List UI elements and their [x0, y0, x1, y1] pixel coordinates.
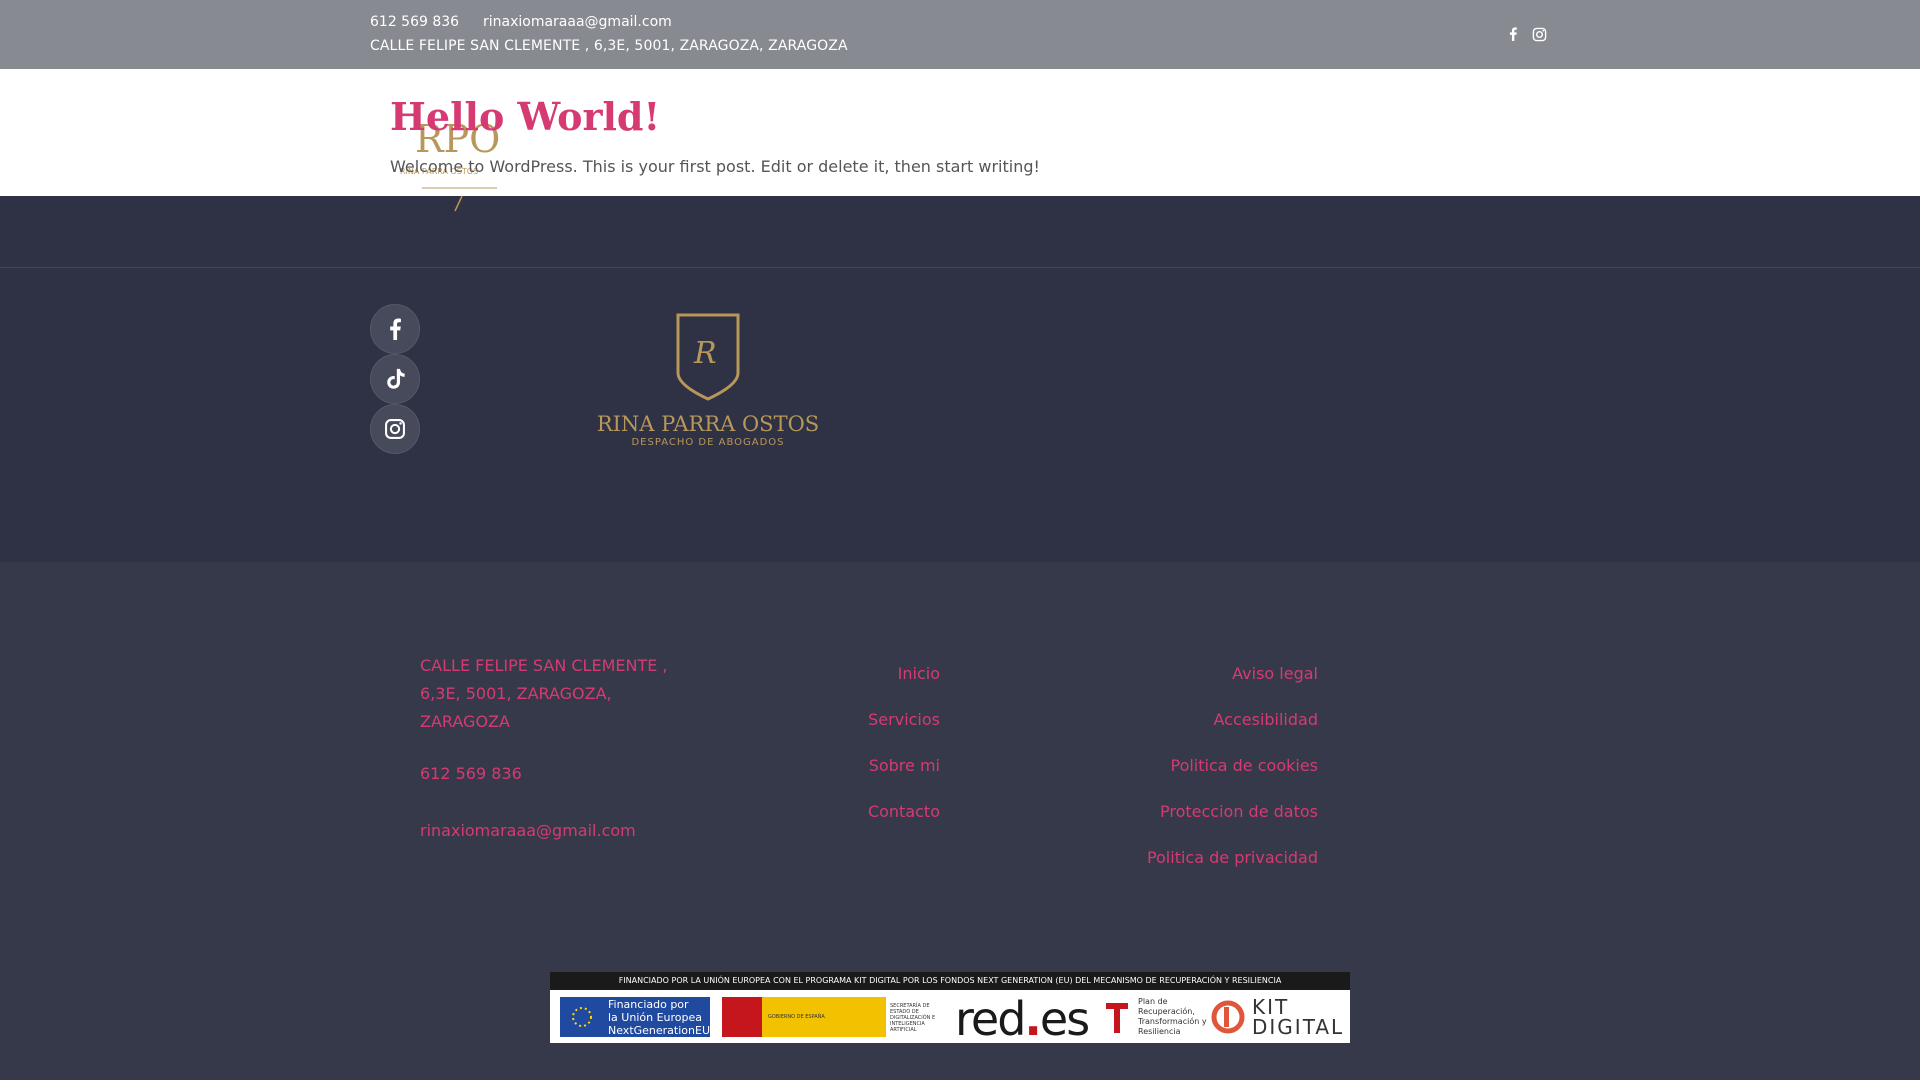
top-bar: 612 569 836 rinaxiomaraaa@gmail.com CALL… — [0, 0, 1920, 69]
brand-mark: R — [693, 336, 717, 371]
prtr-icon — [1106, 1003, 1128, 1033]
nav-inicio[interactable]: Inicio — [800, 664, 940, 710]
nav-accesibilidad[interactable]: Accesibilidad — [1100, 710, 1319, 756]
dark-band — [0, 196, 1920, 268]
spain-logo: GOBIERNO DE ESPAÑA — [722, 997, 886, 1037]
post-title[interactable]: Hello World! — [390, 94, 660, 139]
top-social — [1505, 26, 1547, 42]
eu-line3: NextGenerationEU — [608, 1023, 710, 1037]
nav-servicios[interactable]: Servicios — [800, 710, 940, 756]
nav-proteccion-datos[interactable]: Proteccion de datos — [1100, 802, 1318, 848]
nav-contacto[interactable]: Contacto — [800, 802, 940, 848]
eu-line2: la Unión Europea — [608, 1010, 702, 1024]
instagram-icon — [385, 419, 405, 439]
footer-address: CALLE FELIPE SAN CLEMENTE , 6,3E, 5001, … — [420, 656, 668, 731]
facebook-icon — [390, 318, 401, 340]
tiktok-button[interactable] — [370, 354, 420, 404]
footer-top — [0, 268, 1920, 562]
instagram-icon[interactable] — [1531, 26, 1547, 42]
top-address: CALLE FELIPE SAN CLEMENTE , 6,3E, 5001, … — [370, 38, 848, 54]
eu-line1: Financiado por — [608, 997, 689, 1011]
nav-cookies[interactable]: Politica de cookies — [1100, 756, 1318, 802]
instagram-button[interactable] — [370, 404, 420, 454]
eu-flag-icon — [560, 997, 604, 1037]
brand-sub: DESPACHO DE ABOGADOS — [631, 437, 784, 448]
eu-logo: Financiado por la Unión Europea NextGene… — [560, 997, 710, 1037]
prtr-text: Plan de Recuperación, Transformación y R… — [1138, 997, 1207, 1036]
nav-privacidad[interactable]: Politica de privacidad — [1100, 848, 1318, 894]
kit-digital-banner: FINANCIADO POR LA UNIÓN EUROPEA CON EL P… — [550, 972, 1352, 1046]
brand-logo: R RINA PARRA OSTOS DESPACHO DE ABOGADOS — [597, 313, 819, 448]
footer-email[interactable]: rinaxiomaraaa@gmail.com — [420, 821, 636, 840]
nav-aviso-legal[interactable]: Aviso legal — [1100, 664, 1318, 710]
facebook-icon[interactable] — [1505, 26, 1521, 42]
tiktok-icon — [387, 368, 405, 389]
top-phone[interactable]: 612 569 836 — [370, 14, 459, 30]
kit-heading: FINANCIADO POR LA UNIÓN EUROPEA CON EL P… — [550, 972, 1350, 990]
spain-shield-icon — [722, 997, 762, 1037]
kit-text: KIT DIGITAL — [1252, 995, 1345, 1039]
post-text: Welcome to WordPress. This is your first… — [390, 157, 1040, 176]
top-email[interactable]: rinaxiomaraaa@gmail.com — [483, 14, 672, 30]
red-es-logo: red.es — [955, 992, 1090, 1046]
kit-digital-logo: KIT DIGITAL — [1210, 997, 1352, 1037]
prtr-logo: Plan de Recuperación, Transformación y R… — [1102, 997, 1208, 1037]
nav-sobre-mi[interactable]: Sobre mi — [800, 756, 940, 802]
footer-nav: Inicio Servicios Sobre mi Contacto — [800, 664, 940, 848]
footer-phone[interactable]: 612 569 836 — [420, 764, 522, 783]
ministry-text: SECRETARÍA DE ESTADO DE DIGITALIZACIÓN E… — [890, 1003, 936, 1033]
facebook-button[interactable] — [370, 304, 420, 354]
legal-nav: Aviso legal Accesibilidad Politica de co… — [1100, 664, 1318, 894]
kit-digital-icon — [1211, 1000, 1245, 1034]
site-header — [0, 69, 1920, 196]
spain-text: GOBIERNO DE ESPAÑA — [768, 1014, 825, 1020]
brand-name: RINA PARRA OSTOS — [598, 412, 818, 436]
